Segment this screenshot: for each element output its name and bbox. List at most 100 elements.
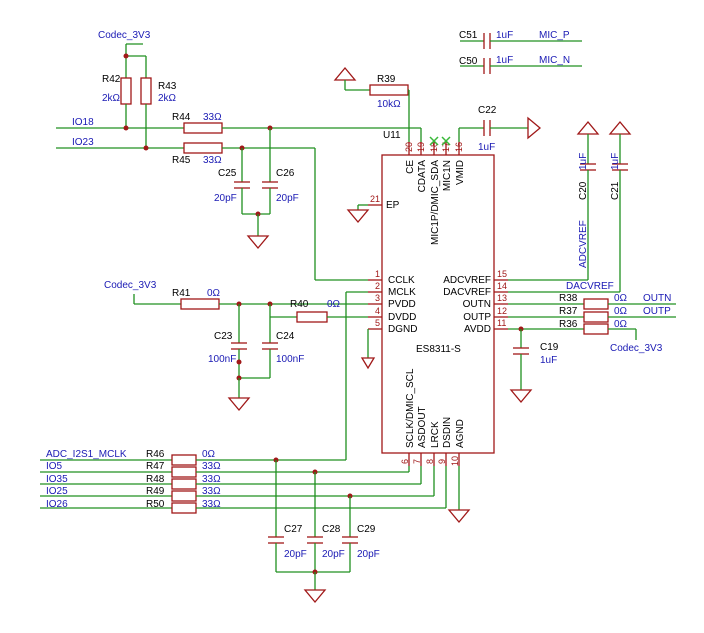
resistor-r48 [171, 478, 197, 490]
ref-r43: R43 [158, 81, 177, 92]
ref-c29: C27 [284, 524, 303, 535]
ref-c23: C23 [214, 331, 233, 342]
ref-c51: C51 [459, 30, 478, 41]
ground-symbol [576, 120, 600, 135]
net-adc-mclk: ADC_I2S1_MCLK [46, 449, 127, 460]
ground-symbol [303, 589, 327, 604]
resistor-r39 [369, 84, 409, 96]
ground-symbol [333, 66, 357, 81]
net-dacvref: DACVREF [566, 281, 614, 292]
ref-r38: R38 [559, 293, 578, 304]
ref-c27: C29 [357, 524, 376, 535]
i2s-section: ADC_I2S1_MCLK IO5 IO35 IO25 IO26 R46 0Ω … [40, 449, 471, 604]
ground-symbol [346, 209, 370, 224]
pin-num: 15 [497, 269, 507, 279]
ref-c24: C24 [276, 331, 295, 342]
resistor-r37 [583, 311, 609, 323]
pin-name: DACVREF [443, 287, 491, 298]
val-c26: 20pF [276, 193, 299, 204]
resistor-r43 [140, 77, 152, 105]
pin-name: CCLK [388, 275, 415, 286]
pin-name: ADCVREF [443, 275, 491, 286]
val-c25: 20pF [214, 193, 237, 204]
ref-c26: C26 [276, 168, 295, 179]
pin-num: 8 [425, 459, 435, 464]
val-c19: 1uF [540, 355, 557, 366]
net-codec-3v3-top: Codec_3V3 [98, 30, 151, 41]
pin-num: 7 [412, 459, 422, 464]
ground-symbol [246, 235, 270, 250]
val-r37: 0Ω [614, 306, 628, 317]
pin-name: PVDD [388, 299, 416, 310]
ref-c28: C28 [322, 524, 341, 535]
pin-name: ASDOUT [417, 406, 428, 448]
pin-name: AGND [455, 419, 466, 448]
resistor-r50 [171, 502, 197, 514]
pin-num: 1 [375, 269, 380, 279]
net-codec-3v3-right: Codec_3V3 [610, 343, 663, 354]
pin-name: VMID [455, 160, 466, 185]
pin-num: 4 [375, 306, 380, 316]
val-r44: 33Ω [203, 112, 222, 123]
output-section: C20 1uF C21 1uF ADCVREF DACVREF R38 0Ω R… [508, 120, 676, 404]
pin-num: 16 [454, 142, 464, 152]
net-io23: IO23 [72, 137, 94, 148]
ref-r44: R44 [172, 112, 191, 123]
val-r47: 33Ω [202, 461, 221, 472]
ref-r50: R50 [146, 499, 165, 510]
ground-symbol [227, 397, 251, 412]
pin-num: 21 [370, 194, 380, 204]
val-r41: 0Ω [207, 288, 221, 299]
net-outp: OUTP [643, 306, 671, 317]
resistor-r46 [171, 454, 197, 466]
ref-r45: R45 [172, 155, 191, 166]
val-c21: 1uF [610, 153, 621, 170]
pin-num: 14 [497, 281, 507, 291]
resistor-r38 [583, 298, 609, 310]
ref-c19: C19 [540, 342, 559, 353]
pin-name: CE [405, 160, 416, 174]
pin-num: 9 [437, 459, 447, 464]
ref-c21: C21 [610, 181, 621, 200]
pin-num: 10 [450, 456, 460, 466]
resistor-r44 [183, 122, 223, 134]
pin-name: CDATA [417, 160, 428, 193]
ground-symbol [360, 357, 376, 370]
val-r45: 33Ω [203, 155, 222, 166]
pin-num: 20 [404, 142, 414, 152]
ground-symbol [527, 116, 542, 140]
ic-u11: U11 ES8311-S 21 EP 1 CCLK 2 MCLK 3 PVDD … [368, 130, 508, 466]
resistor-r40 [296, 311, 328, 323]
ground-symbol [608, 120, 632, 135]
net-codec-3v3-left: Codec_3V3 [104, 280, 157, 291]
val-c24: 100nF [276, 354, 304, 365]
ref-r36: R36 [559, 319, 578, 330]
pin-name: MIC1P/DMIC_SDA [430, 160, 441, 245]
pin-name: DSDIN [442, 417, 453, 448]
val-c28: 20pF [322, 549, 345, 560]
net-io5: IO5 [46, 461, 63, 472]
pin-num: 3 [375, 293, 380, 303]
resistor-r41 [180, 298, 220, 310]
ref-r42: R42 [102, 74, 121, 85]
pin-name: MCLK [388, 287, 416, 298]
ref-r49: R49 [146, 486, 165, 497]
pin-num: 5 [375, 318, 380, 328]
resistor-r36 [583, 323, 609, 335]
val-c27: 20pF [357, 549, 380, 560]
pin-name: MIC1N [442, 160, 453, 191]
val-c20: 1uF [578, 153, 589, 170]
ref-r37: R37 [559, 306, 578, 317]
resistor-r42 [120, 77, 132, 105]
pin-name: OUTN [463, 299, 491, 310]
net-io18: IO18 [72, 117, 94, 128]
ref-r41: R41 [172, 288, 191, 299]
pin-num: 11 [497, 318, 506, 328]
mic-section: C51 C50 1uF MIC_P 1uF MIC_N C22 1uF [429, 30, 582, 153]
val-c23: 100nF [208, 354, 236, 365]
pin-name: LRCK [430, 421, 441, 448]
val-r40: 0Ω [327, 299, 341, 310]
net-adcvref: ADCVREF [578, 220, 589, 268]
pin-name: DVDD [388, 312, 416, 323]
ic-part-label: ES8311-S [416, 344, 461, 355]
